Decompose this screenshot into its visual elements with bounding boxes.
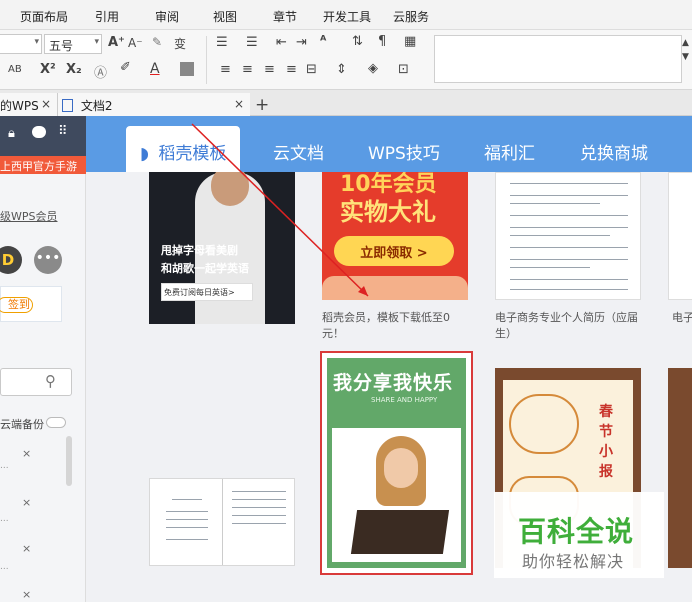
watermark-title: 百科全说: [518, 515, 635, 548]
watermark-subtitle: 助你轻松解决: [522, 552, 625, 571]
watermark-badge: 百科全说 助你轻松解决: [494, 492, 664, 578]
